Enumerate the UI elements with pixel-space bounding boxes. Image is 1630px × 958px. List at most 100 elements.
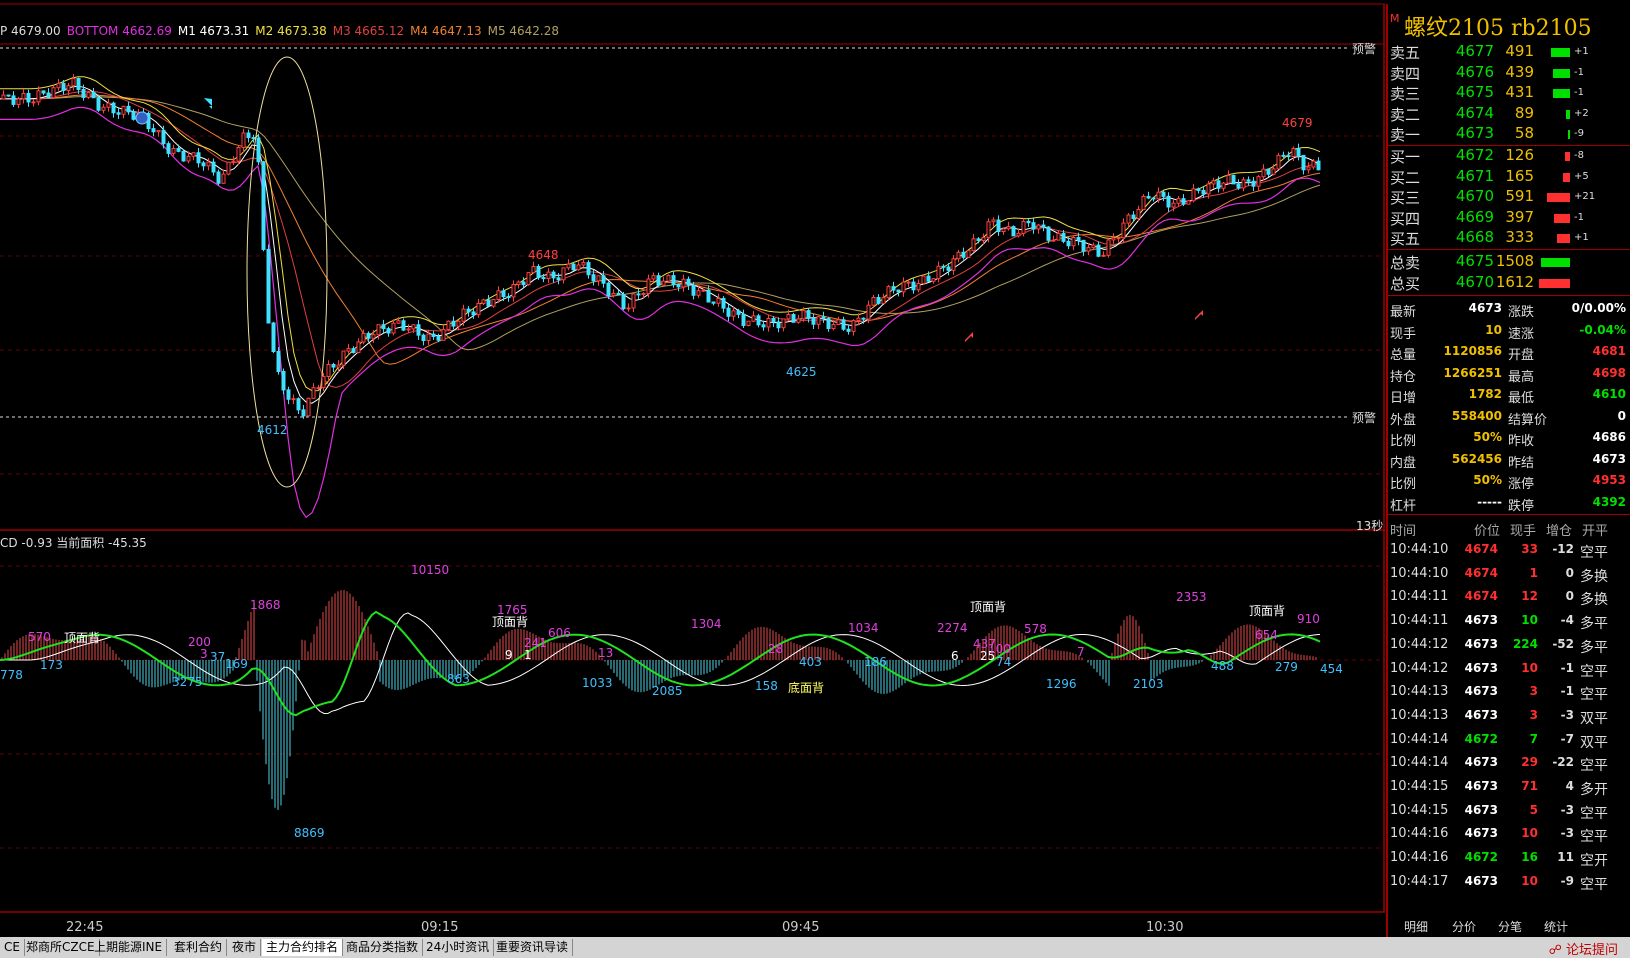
- bid-row[interactable]: 买四 4669 397 -1: [1388, 208, 1630, 229]
- bid-row[interactable]: 买三 4670 591 +21: [1388, 187, 1630, 208]
- order-volume: 1508: [1495, 252, 1534, 270]
- candle-body: [71, 77, 76, 87]
- volume-bar: [1541, 258, 1570, 267]
- candle-body: [1296, 147, 1301, 156]
- ask-row[interactable]: 卖五 4677 491 +1: [1388, 42, 1630, 63]
- macd-label: 2103: [1133, 677, 1164, 691]
- candle-body: [916, 283, 921, 291]
- macd-label: 578: [1024, 622, 1047, 636]
- candle-body: [111, 102, 116, 114]
- candle-body: [256, 137, 261, 163]
- order-level-label: 买三: [1390, 189, 1421, 207]
- macd-label: 570: [28, 630, 51, 644]
- ask-row[interactable]: 卖四 4676 439 -1: [1388, 63, 1630, 84]
- candle-body: [211, 161, 216, 173]
- tick-row[interactable]: 10:44:15 4673 5 -3 空平: [1388, 803, 1630, 827]
- total-row[interactable]: 总卖 4675 1508: [1388, 252, 1630, 273]
- tab-detail[interactable]: 明细: [1404, 918, 1428, 935]
- tab-stats[interactable]: 统计: [1544, 918, 1568, 935]
- market-tab[interactable]: 商品分类指数: [342, 939, 424, 956]
- candle-body: [1171, 202, 1176, 208]
- tick-row[interactable]: 10:44:17 4673 10 -9 空平: [1388, 874, 1630, 898]
- tick-time: 10:44:16: [1390, 826, 1449, 842]
- tick-oi-change: -52: [1552, 636, 1574, 651]
- tick-row[interactable]: 10:44:12 4673 10 -1 空平: [1388, 661, 1630, 685]
- tick-row[interactable]: 10:44:14 4673 29 -22 空平: [1388, 755, 1630, 779]
- tick-time: 10:44:15: [1390, 802, 1449, 818]
- candle-body: [26, 92, 31, 103]
- candle-body: [801, 310, 806, 320]
- candle-body: [1096, 244, 1101, 257]
- kline-chart-panel[interactable]: P 4679.00 BOTTOM 4662.69 M1 4673.31 M2 4673…: [0, 0, 1385, 935]
- order-level-label: 卖五: [1390, 44, 1421, 62]
- ask-row[interactable]: 卖二 4674 89 +2: [1388, 104, 1630, 125]
- ask-row[interactable]: 卖三 4675 431 -1: [1388, 83, 1630, 104]
- tick-row[interactable]: 10:44:14 4672 7 -7 双平: [1388, 732, 1630, 756]
- market-tab[interactable]: 24小时资讯: [422, 939, 495, 956]
- tick-row[interactable]: 10:44:12 4673 224 -52 多平: [1388, 637, 1630, 661]
- tick-row[interactable]: 10:44:11 4673 10 -4 多平: [1388, 613, 1630, 637]
- candle-body: [721, 297, 726, 309]
- tick-row[interactable]: 10:44:10 4674 1 0 多换: [1388, 566, 1630, 590]
- order-volume: 126: [1505, 146, 1534, 164]
- total-row[interactable]: 总买 4670 1612: [1388, 273, 1630, 294]
- volume-bar: [1557, 234, 1570, 243]
- candle-body: [791, 314, 796, 323]
- candle-body: [921, 275, 926, 285]
- tab-price-dist[interactable]: 分价: [1452, 918, 1476, 935]
- tick-price: 4673: [1464, 613, 1498, 628]
- macd-label: 3275: [172, 675, 203, 689]
- ask-row[interactable]: 卖一 4673 58 -9: [1388, 124, 1630, 145]
- orderbook-divider: [1388, 249, 1630, 250]
- tick-oi-change: -9: [1560, 873, 1574, 888]
- market-tab[interactable]: 郑商所CZCE: [22, 939, 100, 956]
- tick-row[interactable]: 10:44:11 4674 12 0 多换: [1388, 589, 1630, 613]
- volume-bar: [1553, 68, 1570, 78]
- tick-row[interactable]: 10:44:15 4673 71 4 多开: [1388, 779, 1630, 803]
- market-tab[interactable]: 主力合约排名: [262, 939, 344, 956]
- tick-row[interactable]: 10:44:10 4674 33 -12 空平: [1388, 542, 1630, 566]
- market-tab[interactable]: 上期能源INE: [90, 939, 168, 956]
- candle-body: [566, 263, 571, 269]
- candle-body: [861, 317, 866, 320]
- macd-label: 863: [447, 672, 470, 686]
- tick-time: 10:44:10: [1390, 565, 1449, 581]
- bid-row[interactable]: 买五 4668 333 +1: [1388, 228, 1630, 249]
- macd-label: 173: [40, 658, 63, 672]
- candle-body: [1221, 182, 1226, 189]
- candle-body: [371, 334, 376, 339]
- candle-body: [1156, 191, 1161, 200]
- candle-body: [446, 320, 451, 330]
- candle-body: [616, 292, 621, 296]
- candle-body: [541, 277, 546, 280]
- candle-body: [586, 262, 591, 276]
- market-tab[interactable]: 夜市: [228, 939, 262, 956]
- candle-body: [1116, 237, 1121, 240]
- market-tab[interactable]: 套利合约: [170, 939, 228, 956]
- macd-label: 454: [1320, 662, 1343, 676]
- chart-canvas[interactable]: [0, 0, 1385, 922]
- stat-value: 4673: [1592, 451, 1626, 466]
- tick-oi-change: -12: [1552, 542, 1574, 556]
- candle-body: [476, 302, 481, 316]
- candle-body: [706, 289, 711, 303]
- candle-body: [21, 92, 26, 100]
- tab-ticks[interactable]: 分笔: [1498, 918, 1522, 935]
- tick-row[interactable]: 10:44:16 4672 16 11 空开: [1388, 850, 1630, 874]
- indicator-legend: P 4679.00 BOTTOM 4662.69 M1 4673.31 M2 4673…: [0, 24, 565, 42]
- tick-row[interactable]: 10:44:13 4673 3 -3 双平: [1388, 708, 1630, 732]
- candle-body: [386, 328, 391, 334]
- candle-body: [1301, 154, 1306, 171]
- tick-row[interactable]: 10:44:16 4673 10 -3 空平: [1388, 826, 1630, 850]
- bid-row[interactable]: 买二 4671 165 +5: [1388, 167, 1630, 188]
- forum-link[interactable]: ☍ 论坛提问: [1549, 939, 1618, 958]
- stat-label: 速涨: [1508, 326, 1535, 342]
- stat-value: 0/0.00%: [1571, 301, 1626, 315]
- stat-row: 日增 1782 最低 4610: [1388, 387, 1630, 408]
- macd-label: 顶面背: [970, 600, 1007, 614]
- candle-body: [696, 290, 701, 296]
- market-tab[interactable]: 重要资讯导读: [492, 939, 574, 956]
- candle-body: [546, 271, 551, 279]
- tick-row[interactable]: 10:44:13 4673 3 -1 空平: [1388, 684, 1630, 708]
- bid-row[interactable]: 买一 4672 126 -8: [1388, 146, 1630, 167]
